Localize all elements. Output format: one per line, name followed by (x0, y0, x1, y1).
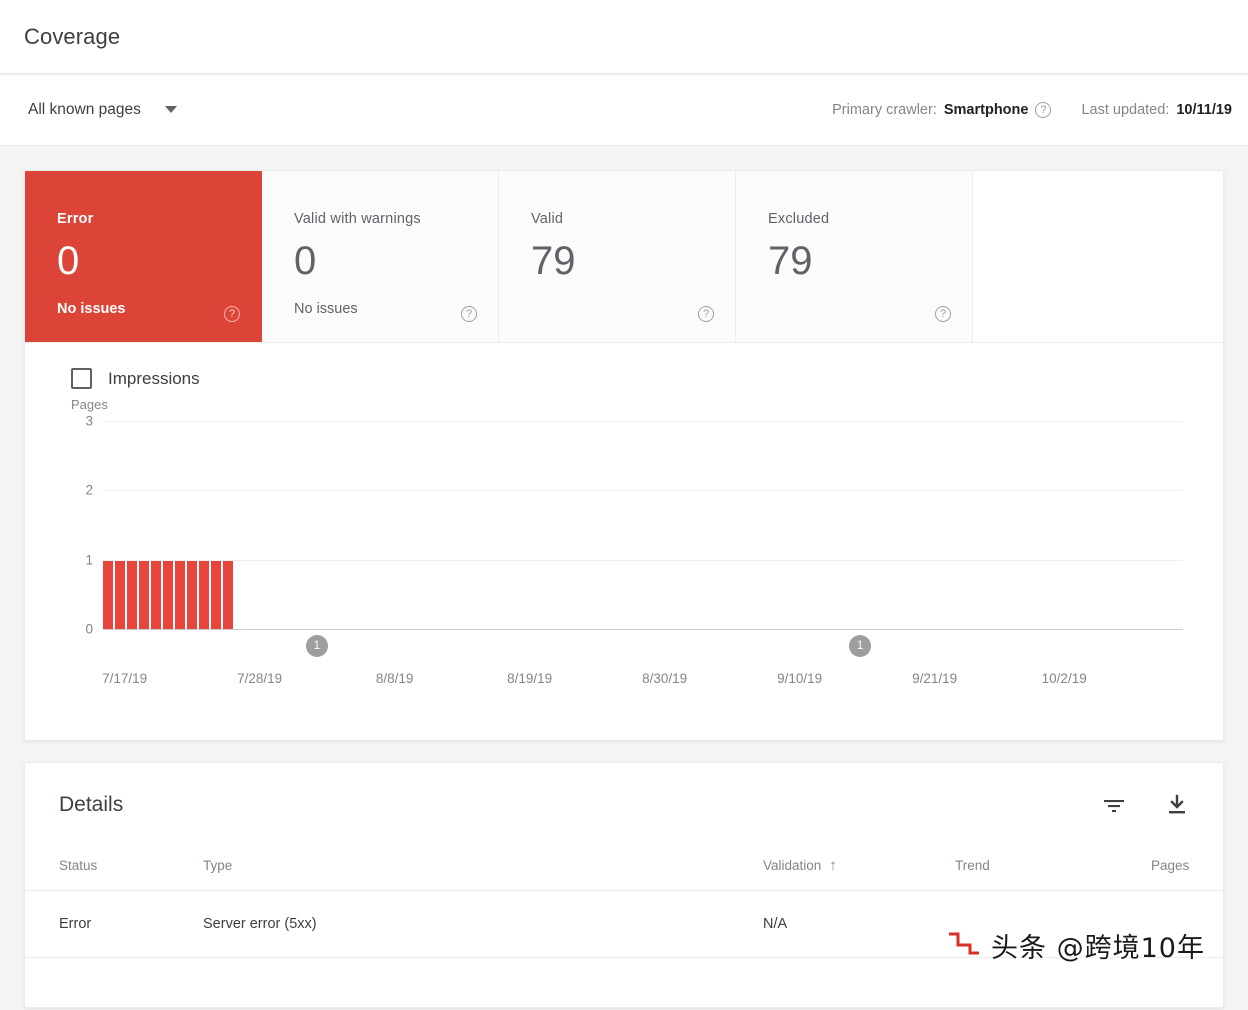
download-icon[interactable] (1165, 793, 1189, 817)
status-card-value: 79 (768, 239, 813, 283)
page-title: Coverage (24, 23, 121, 49)
status-card-error[interactable]: Error 0 No issues ? (25, 171, 262, 342)
bar[interactable] (127, 559, 137, 629)
bar[interactable] (151, 559, 161, 629)
bar[interactable] (115, 559, 125, 629)
help-circle-icon[interactable]: ? (1035, 101, 1052, 118)
filter-icon[interactable] (1101, 795, 1127, 815)
x-axis-tick: 7/28/19 (237, 671, 283, 686)
y-axis-title: Pages (71, 397, 108, 412)
gridline (103, 559, 1183, 561)
status-card-row: Error 0 No issues ? Valid with warnings … (25, 171, 1223, 343)
bar[interactable] (103, 559, 113, 629)
bar-series-error (103, 421, 233, 629)
status-card-valid-with-warnings[interactable]: Valid with warnings 0 No issues ? (262, 171, 499, 342)
primary-crawler-info: Primary crawler: Smartphone ? (832, 101, 1052, 118)
cell-type: Server error (5xx) (203, 890, 763, 958)
bar[interactable] (139, 559, 149, 629)
table-row[interactable]: Error Server error (5xx) N/A (25, 890, 1223, 958)
gridline (103, 490, 1183, 492)
status-card-value: 0 (57, 239, 80, 283)
status-card-title: Valid (531, 211, 564, 227)
coverage-chart-card: Error 0 No issues ? Valid with warnings … (24, 170, 1224, 741)
x-axis-ticks: 7/17/19 7/28/19 8/8/19 8/19/19 8/30/19 9/10/1… (102, 671, 1183, 691)
page-canvas: Error 0 No issues ? Valid with warnings … (0, 146, 1248, 1010)
column-header-pages[interactable]: Pages (1151, 845, 1223, 891)
y-axis-tick: 1 (85, 552, 93, 568)
toolbar: All known pages Primary crawler: Smartph… (0, 74, 1248, 146)
bar[interactable] (211, 559, 221, 629)
details-actions (1101, 793, 1189, 817)
y-axis-tick: 2 (85, 482, 93, 498)
column-header-type[interactable]: Type (203, 845, 763, 891)
chevron-down-icon (164, 106, 177, 113)
x-axis-tick: 9/21/19 (912, 671, 958, 686)
details-table: Status Type Validation ↑ Trend Pages Erro… (25, 845, 1223, 958)
status-card-valid[interactable]: Valid 79 ? (499, 171, 736, 342)
status-card-title: Excluded (768, 211, 830, 227)
sort-ascending-icon: ↑ (829, 857, 837, 874)
bar[interactable] (199, 559, 209, 629)
cell-validation: N/A (763, 890, 955, 958)
details-header: Details (25, 763, 1223, 817)
chart-legend-bar: Impressions (25, 343, 1223, 389)
last-updated-value: 10/11/19 (1176, 101, 1232, 118)
x-axis-tick: 7/17/19 (102, 671, 148, 686)
column-header-status[interactable]: Status (25, 845, 203, 891)
x-axis-tick: 10/2/19 (1041, 671, 1087, 686)
status-card-empty-slot (973, 171, 1223, 342)
primary-crawler-label: Primary crawler: (832, 101, 937, 118)
cell-pages (1151, 890, 1223, 958)
plot-area: 0 1 2 3 (85, 414, 1183, 637)
x-axis-tick: 8/19/19 (507, 671, 553, 686)
help-circle-icon[interactable]: ? (461, 306, 477, 322)
primary-crawler-value: Smartphone (943, 101, 1029, 118)
details-card: Details Status Type Validation ↑ Trend P… (24, 762, 1224, 1008)
chart-annotation-badge[interactable]: 1 (849, 635, 872, 657)
cell-trend (955, 890, 1151, 958)
last-updated-info: Last updated: 10/11/19 (1081, 102, 1232, 118)
bar[interactable] (163, 559, 173, 629)
details-title: Details (59, 793, 124, 816)
chart-annotation-badge[interactable]: 1 (305, 635, 328, 657)
column-header-validation-label: Validation (763, 858, 822, 873)
page-header: Coverage (0, 0, 1248, 74)
bar[interactable] (223, 559, 233, 629)
coverage-plot: Pages 0123 11 7/17/19 7/28/19 8/8/19 8/19/1… (25, 397, 1223, 713)
column-header-trend[interactable]: Trend (955, 845, 1151, 891)
help-circle-icon[interactable]: ? (224, 306, 240, 322)
chart-annotations: 11 (103, 635, 1183, 661)
status-card-value: 0 (294, 239, 317, 283)
help-circle-icon[interactable]: ? (935, 306, 951, 322)
status-card-excluded[interactable]: Excluded 79 ? (736, 171, 973, 342)
y-axis-tick: 0 (85, 621, 93, 637)
impressions-checkbox[interactable] (71, 368, 92, 389)
status-card-title: Valid with warnings (294, 211, 421, 227)
last-updated-label: Last updated: (1081, 101, 1170, 118)
toolbar-right: Primary crawler: Smartphone ? Last updat… (832, 101, 1238, 118)
x-axis-tick: 8/8/19 (375, 671, 414, 686)
scope-dropdown[interactable]: All known pages (28, 101, 177, 119)
bar[interactable] (187, 559, 197, 629)
scope-dropdown-label: All known pages (28, 100, 141, 118)
gridline (103, 421, 1183, 422)
impressions-label: Impressions (108, 368, 200, 388)
table-body: Error Server error (5xx) N/A (25, 890, 1223, 958)
help-circle-icon[interactable]: ? (698, 306, 714, 322)
gridline (103, 629, 1183, 630)
column-header-validation[interactable]: Validation ↑ (763, 845, 955, 891)
cell-status: Error (25, 890, 203, 958)
x-axis-tick: 9/10/19 (777, 671, 823, 686)
status-card-value: 79 (531, 239, 576, 283)
status-card-title: Error (57, 211, 94, 227)
y-axis-tick: 3 (85, 413, 93, 429)
bar[interactable] (175, 559, 185, 629)
x-axis-tick: 8/30/19 (642, 671, 688, 686)
table-header-row: Status Type Validation ↑ Trend Pages (25, 845, 1223, 891)
